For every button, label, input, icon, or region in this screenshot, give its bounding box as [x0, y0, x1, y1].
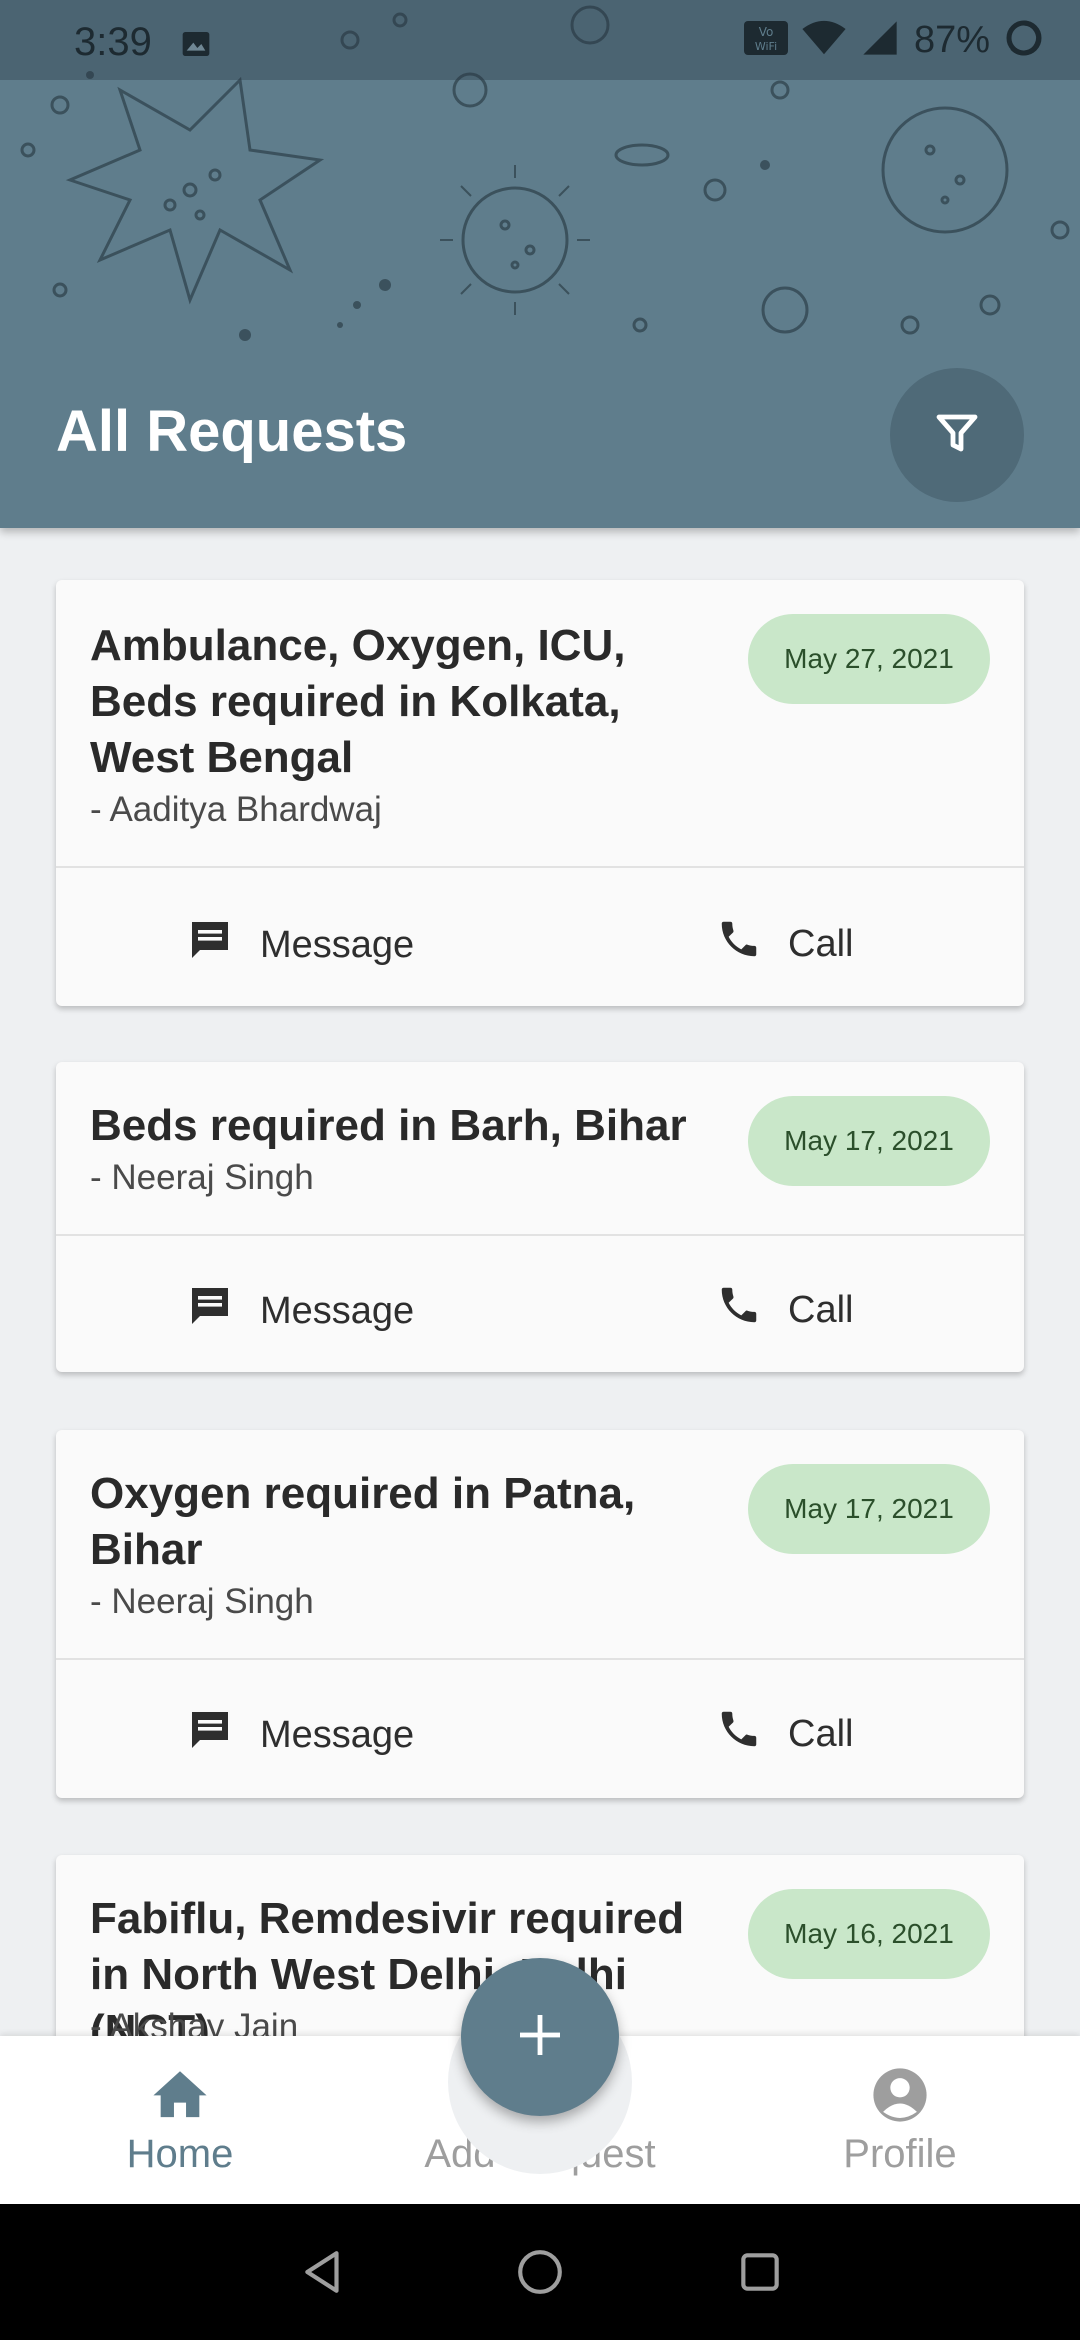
- wifi-icon: [802, 20, 846, 61]
- date-badge: May 16, 2021: [748, 1889, 990, 1979]
- status-bar: 3:39 Vo WiFi 87%: [0, 0, 1080, 80]
- home-circle-icon[interactable]: [510, 2242, 570, 2302]
- card-divider: [56, 1234, 1024, 1236]
- request-author: - Neeraj Singh: [90, 1158, 314, 1197]
- request-title: Ambulance, Oxygen, ICU, Beds required in…: [90, 621, 626, 782]
- message-button[interactable]: Message: [186, 916, 414, 974]
- nav-profile[interactable]: Profile: [720, 2036, 1080, 2204]
- app-header: 3:39 Vo WiFi 87% All Requests: [0, 0, 1080, 528]
- filter-icon: [933, 409, 981, 462]
- request-card[interactable]: Ambulance, Oxygen, ICU, Beds required in…: [56, 580, 1024, 1006]
- nav-profile-label: Profile: [843, 2132, 957, 2176]
- call-label: Call: [788, 922, 854, 965]
- signal-icon: [860, 18, 900, 63]
- call-label: Call: [788, 1712, 854, 1755]
- card-divider: [56, 1658, 1024, 1660]
- date-badge: May 17, 2021: [748, 1096, 990, 1186]
- request-author: - Aaditya Bhardwaj: [90, 790, 382, 829]
- date-badge: May 27, 2021: [748, 614, 990, 704]
- plus-icon: [516, 2011, 564, 2064]
- system-navigation-bar: [0, 2204, 1080, 2340]
- image-icon: [180, 28, 212, 60]
- back-icon[interactable]: [294, 2242, 354, 2302]
- svg-text:Vo: Vo: [759, 25, 774, 39]
- phone-icon: [716, 1706, 762, 1762]
- request-card[interactable]: Oxygen required in Patna, Bihar - Neeraj…: [56, 1430, 1024, 1798]
- request-title: Oxygen required in Patna, Bihar: [90, 1469, 636, 1574]
- nav-home[interactable]: Home: [0, 2036, 360, 2204]
- volte-wifi-icon: Vo WiFi: [743, 21, 788, 60]
- battery-percentage: 87%: [913, 19, 990, 61]
- phone-icon: [716, 1282, 762, 1338]
- home-icon: [0, 2066, 360, 2120]
- phone-icon: [716, 916, 762, 972]
- status-time: 3:39: [74, 20, 152, 64]
- call-button[interactable]: Call: [716, 1706, 853, 1762]
- nav-home-label: Home: [126, 2132, 234, 2176]
- date-badge: May 17, 2021: [748, 1464, 990, 1554]
- card-divider: [56, 866, 1024, 868]
- add-request-fab[interactable]: [461, 1958, 619, 2116]
- message-icon: [186, 1706, 234, 1764]
- request-card[interactable]: Beds required in Barh, Bihar - Neeraj Si…: [56, 1062, 1024, 1372]
- message-label: Message: [260, 923, 415, 966]
- message-icon: [186, 916, 234, 974]
- recents-icon[interactable]: [730, 2242, 790, 2302]
- message-label: Message: [260, 1713, 415, 1756]
- call-button[interactable]: Call: [716, 916, 853, 972]
- battery-icon: [1004, 18, 1044, 63]
- call-label: Call: [788, 1288, 854, 1331]
- profile-icon: [720, 2066, 1080, 2124]
- message-button[interactable]: Message: [186, 1706, 414, 1764]
- message-label: Message: [260, 1289, 415, 1332]
- call-button[interactable]: Call: [716, 1282, 853, 1338]
- message-icon: [186, 1282, 234, 1340]
- page-title: All Requests: [56, 399, 408, 464]
- status-icons: Vo WiFi 87%: [743, 18, 1044, 63]
- request-title: Beds required in Barh, Bihar: [90, 1101, 687, 1150]
- message-button[interactable]: Message: [186, 1282, 414, 1340]
- filter-button[interactable]: [890, 368, 1024, 502]
- request-author: - Neeraj Singh: [90, 1582, 314, 1621]
- svg-text:WiFi: WiFi: [755, 40, 777, 53]
